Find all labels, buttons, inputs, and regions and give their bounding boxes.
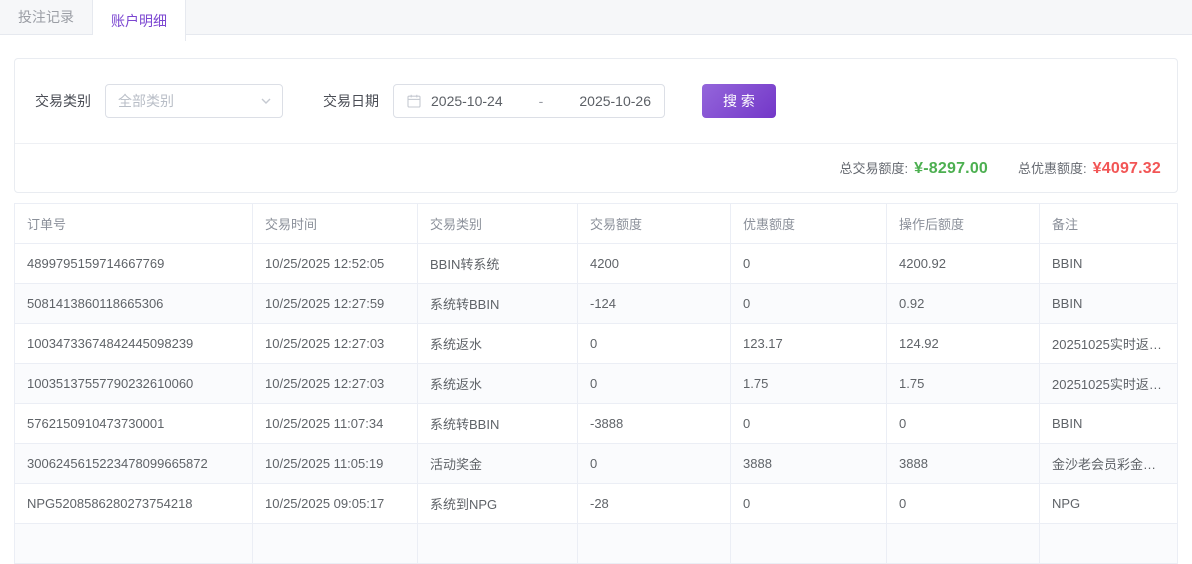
table-cell xyxy=(578,524,731,564)
table-cell: 10035137557790232610060 xyxy=(15,364,253,404)
table-header-row: 订单号交易时间交易类别交易额度优惠额度操作后额度备注 xyxy=(15,204,1178,244)
table-cell: 系统转BBIN xyxy=(418,404,578,444)
table-cell: NPG xyxy=(1040,484,1178,524)
table-cell: 系统返水 xyxy=(418,324,578,364)
table-cell: 3888 xyxy=(731,444,887,484)
table-row: NPG520858628027375421810/25/2025 09:05:1… xyxy=(15,484,1178,524)
table-cell: 123.17 xyxy=(731,324,887,364)
tab-betting-records[interactable]: 投注记录 xyxy=(0,0,93,34)
filter-card: 交易类别 全部类别 交易日期 2025-10-24 - 2025-10-26 xyxy=(14,58,1178,193)
table-header-cell: 操作后额度 xyxy=(887,204,1040,244)
table-cell: 系统到NPG xyxy=(418,484,578,524)
summary-row: 总交易额度: ¥-8297.00 总优惠额度: ¥4097.32 xyxy=(15,143,1177,192)
table-row: 489979515971466776910/25/2025 12:52:05BB… xyxy=(15,244,1178,284)
total-discount-value: ¥4097.32 xyxy=(1093,160,1161,178)
table-cell: -124 xyxy=(578,284,731,324)
table-cell: 0 xyxy=(887,484,1040,524)
table-cell: 活动奖金 xyxy=(418,444,578,484)
table-header-cell: 备注 xyxy=(1040,204,1178,244)
total-discount-summary: 总优惠额度: ¥4097.32 xyxy=(1018,158,1161,178)
table-cell: 0 xyxy=(731,284,887,324)
tab-bar: 投注记录 账户明细 xyxy=(0,0,1192,35)
table-cell: 0.92 xyxy=(887,284,1040,324)
table-cell: 124.92 xyxy=(887,324,1040,364)
table-row xyxy=(15,524,1178,564)
table-header-cell: 订单号 xyxy=(15,204,253,244)
category-label: 交易类别 xyxy=(35,91,91,111)
category-select-value: 全部类别 xyxy=(118,91,174,111)
table-row: 300624561522347809966587210/25/2025 11:0… xyxy=(15,444,1178,484)
table-header-cell: 交易时间 xyxy=(253,204,418,244)
table-cell: 10/25/2025 11:07:34 xyxy=(253,404,418,444)
table-cell: 0 xyxy=(578,324,731,364)
table-cell: NPG5208586280273754218 xyxy=(15,484,253,524)
total-transaction-value: ¥-8297.00 xyxy=(914,160,988,178)
table-cell: -3888 xyxy=(578,404,731,444)
table-header-cell: 交易类别 xyxy=(418,204,578,244)
table-cell: BBIN xyxy=(1040,244,1178,284)
table-cell: BBIN转系统 xyxy=(418,244,578,284)
table-body: 489979515971466776910/25/2025 12:52:05BB… xyxy=(15,244,1178,564)
search-button[interactable]: 搜 索 xyxy=(702,84,776,118)
table-header-cell: 交易额度 xyxy=(578,204,731,244)
table-cell: 20251025实时返水 BB... xyxy=(1040,324,1178,364)
table-cell: 金沙老会员彩金，一倍... xyxy=(1040,444,1178,484)
tab-account-details[interactable]: 账户明细 xyxy=(93,0,186,41)
date-start-value[interactable]: 2025-10-24 xyxy=(431,93,503,109)
table-cell: 10/25/2025 12:27:59 xyxy=(253,284,418,324)
chevron-down-icon xyxy=(260,95,272,107)
table-cell: 10/25/2025 12:27:03 xyxy=(253,364,418,404)
table-cell: 0 xyxy=(731,244,887,284)
table-cell xyxy=(15,524,253,564)
table-row: 576215091047373000110/25/2025 11:07:34系统… xyxy=(15,404,1178,444)
table-cell: 1.75 xyxy=(887,364,1040,404)
table-cell: 1.75 xyxy=(731,364,887,404)
table-cell: 10/25/2025 12:27:03 xyxy=(253,324,418,364)
table-cell: -28 xyxy=(578,484,731,524)
date-range-separator: - xyxy=(503,93,580,109)
table-cell: 3006245615223478099665872 xyxy=(15,444,253,484)
table-cell xyxy=(418,524,578,564)
calendar-icon xyxy=(407,94,421,108)
table-cell xyxy=(887,524,1040,564)
page-content: 交易类别 全部类别 交易日期 2025-10-24 - 2025-10-26 xyxy=(0,35,1192,564)
total-transaction-label: 总交易额度: xyxy=(840,158,909,177)
table-cell: BBIN xyxy=(1040,404,1178,444)
table-cell: 4899795159714667769 xyxy=(15,244,253,284)
table-cell: 0 xyxy=(731,484,887,524)
table-cell: 系统返水 xyxy=(418,364,578,404)
table-cell: 0 xyxy=(887,404,1040,444)
total-discount-label: 总优惠额度: xyxy=(1018,158,1087,177)
table-row: 508141386011866530610/25/2025 12:27:59系统… xyxy=(15,284,1178,324)
table-cell: 10/25/2025 09:05:17 xyxy=(253,484,418,524)
table-header-cell: 优惠额度 xyxy=(731,204,887,244)
table-cell: 0 xyxy=(578,364,731,404)
table-row: 1003513755779023261006010/25/2025 12:27:… xyxy=(15,364,1178,404)
table-cell: 5081413860118665306 xyxy=(15,284,253,324)
table-cell: 0 xyxy=(578,444,731,484)
total-transaction-summary: 总交易额度: ¥-8297.00 xyxy=(840,158,989,178)
table-cell: 4200 xyxy=(578,244,731,284)
table-cell: 10/25/2025 12:52:05 xyxy=(253,244,418,284)
category-select[interactable]: 全部类别 xyxy=(105,84,283,118)
transactions-table: 订单号交易时间交易类别交易额度优惠额度操作后额度备注 4899795159714… xyxy=(14,203,1178,564)
table-row: 1003473367484244509823910/25/2025 12:27:… xyxy=(15,324,1178,364)
table-cell: BBIN xyxy=(1040,284,1178,324)
table-cell: 10/25/2025 11:05:19 xyxy=(253,444,418,484)
date-range-input[interactable]: 2025-10-24 - 2025-10-26 xyxy=(393,84,665,118)
table-cell: 系统转BBIN xyxy=(418,284,578,324)
table-cell: 4200.92 xyxy=(887,244,1040,284)
table-cell xyxy=(1040,524,1178,564)
table-cell: 3888 xyxy=(887,444,1040,484)
table-cell: 0 xyxy=(731,404,887,444)
date-label: 交易日期 xyxy=(323,91,379,111)
date-end-value[interactable]: 2025-10-26 xyxy=(579,93,651,109)
filter-row: 交易类别 全部类别 交易日期 2025-10-24 - 2025-10-26 xyxy=(15,59,1177,143)
table-cell: 5762150910473730001 xyxy=(15,404,253,444)
table-cell: 20251025实时返水 N... xyxy=(1040,364,1178,404)
table-cell xyxy=(253,524,418,564)
table-cell xyxy=(731,524,887,564)
table-cell: 10034733674842445098239 xyxy=(15,324,253,364)
